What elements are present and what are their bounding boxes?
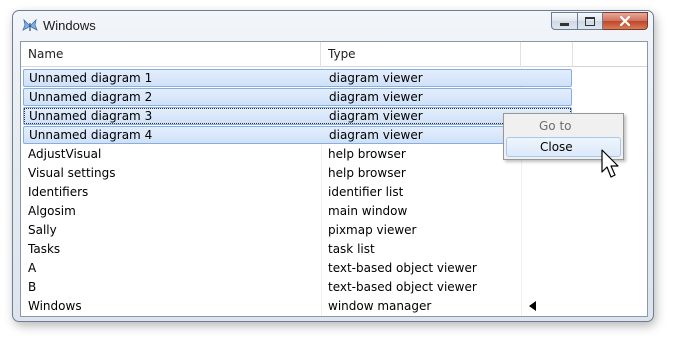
column-header-spacer (521, 42, 573, 66)
item-name: B (28, 280, 37, 294)
list-item[interactable]: Sally pixmap viewer (23, 221, 572, 239)
item-name: Visual settings (28, 166, 116, 180)
windows-window: Windows Name Type Unnamed diagram 1 diag… (12, 10, 654, 322)
window-list[interactable]: Name Type Unnamed diagram 1 diagram view… (20, 41, 648, 317)
list-item[interactable]: B text-based object viewer (23, 278, 572, 296)
butterfly-icon (22, 18, 38, 31)
item-name: Sally (28, 223, 57, 237)
item-type: diagram viewer (329, 109, 423, 123)
item-name: Unnamed diagram 3 (29, 109, 153, 123)
item-type: window manager (328, 299, 432, 313)
list-item[interactable]: Visual settings help browser (23, 164, 572, 182)
item-type: diagram viewer (329, 71, 423, 85)
list-item[interactable]: Windows window manager (23, 297, 572, 315)
close-button[interactable] (603, 12, 648, 30)
item-type: help browser (328, 166, 406, 180)
item-name: Unnamed diagram 1 (29, 71, 153, 85)
list-item[interactable]: Tasks task list (23, 240, 572, 258)
item-type: diagram viewer (329, 90, 423, 104)
item-type: help browser (328, 147, 406, 161)
list-item[interactable]: Unnamed diagram 3 diagram viewer (23, 107, 572, 125)
close-icon (620, 16, 630, 26)
item-name: A (28, 261, 37, 275)
maximize-icon (585, 16, 595, 26)
item-type: pixmap viewer (328, 223, 417, 237)
list-item[interactable]: Algosim main window (23, 202, 572, 220)
item-type: text-based object viewer (328, 280, 477, 294)
item-type: task list (328, 242, 375, 256)
list-item[interactable]: Unnamed diagram 4 diagram viewer (23, 126, 572, 144)
caption-buttons (551, 12, 648, 31)
column-header-type[interactable]: Type (321, 42, 521, 66)
list-item[interactable]: Unnamed diagram 2 diagram viewer (23, 88, 572, 106)
item-name: Algosim (28, 204, 76, 218)
mouse-cursor-icon (601, 149, 619, 178)
item-type: identifier list (328, 185, 404, 199)
item-type: text-based object viewer (328, 261, 477, 275)
list-item[interactable]: Unnamed diagram 1 diagram viewer (23, 69, 572, 87)
minimize-button[interactable] (551, 12, 578, 30)
item-name: AdjustVisual (28, 147, 102, 161)
maximize-button[interactable] (578, 12, 603, 30)
item-name: Identifiers (28, 185, 89, 199)
title-bar[interactable]: Windows (13, 11, 653, 41)
current-window-arrow-icon (529, 301, 536, 311)
window-title: Windows (43, 18, 96, 33)
list-item[interactable]: A text-based object viewer (23, 259, 572, 277)
item-type: diagram viewer (329, 128, 423, 142)
list-header: Name Type (21, 42, 647, 67)
item-name: Unnamed diagram 4 (29, 128, 153, 142)
item-name: Windows (28, 299, 82, 313)
item-name: Tasks (28, 242, 61, 256)
minimize-icon (560, 22, 569, 26)
item-name: Unnamed diagram 2 (29, 90, 153, 104)
column-header-name[interactable]: Name (21, 42, 321, 66)
list-item[interactable]: AdjustVisual help browser (23, 145, 572, 163)
menu-item-go-to[interactable]: Go to (506, 116, 621, 136)
item-type: main window (328, 204, 408, 218)
list-item[interactable]: Identifiers identifier list (23, 183, 572, 201)
